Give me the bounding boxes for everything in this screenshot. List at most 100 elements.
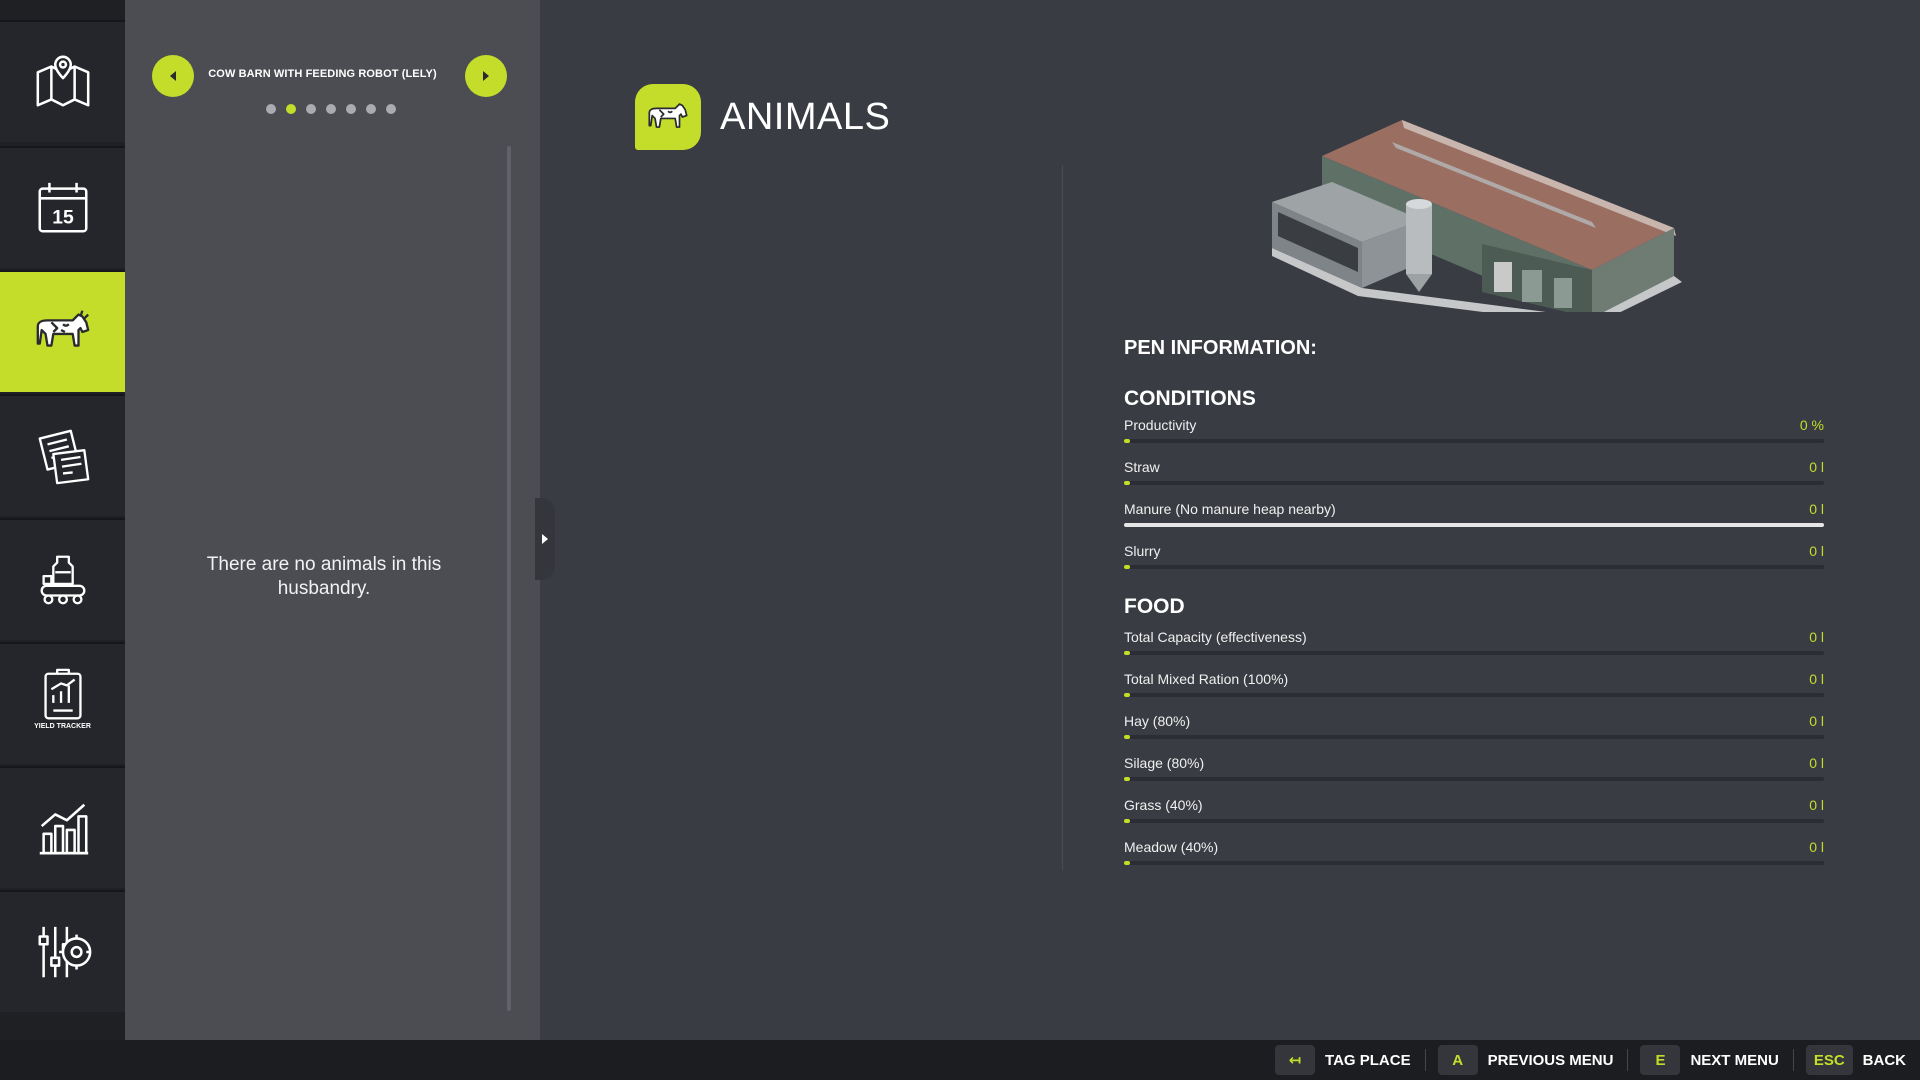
hint-label: NEXT MENU <box>1690 1051 1779 1069</box>
hint-separator <box>1627 1049 1629 1071</box>
button-hints-bar: ↤ TAG PLACE A PREVIOUS MENU E NEXT MENU ESC BAC… <box>0 1040 1920 1080</box>
nav-item-contracts[interactable] <box>0 394 125 516</box>
stat-label: Slurry <box>1124 543 1161 559</box>
hint-label: BACK <box>1862 1051 1906 1069</box>
calendar-day: 15 <box>52 207 74 229</box>
stat-value: 0 l <box>1809 501 1824 517</box>
stat-bar-start <box>1124 439 1130 443</box>
stat-value: 0 % <box>1799 417 1824 433</box>
stat-value: 0 l <box>1809 671 1824 687</box>
nav-item-map[interactable] <box>0 20 125 142</box>
arrow-left-icon <box>170 71 176 81</box>
hint-label: TAG PLACE <box>1325 1051 1411 1069</box>
nav-item-settings[interactable] <box>0 890 125 1012</box>
hint-label: PREVIOUS MENU <box>1487 1051 1614 1069</box>
arrow-right-icon <box>483 71 489 81</box>
hint-tag-place[interactable]: ↤ TAG PLACE <box>1275 1045 1411 1075</box>
calendar-icon: 15 <box>37 182 88 233</box>
cow-icon <box>36 310 89 347</box>
yield-tracker-icon <box>43 668 82 720</box>
hint-separator <box>1424 1049 1426 1071</box>
key-badge: A <box>1437 1045 1478 1075</box>
stat-bar <box>1124 481 1824 485</box>
barn-image <box>1272 120 1682 312</box>
nav-item-animals[interactable] <box>0 270 132 392</box>
stat-row: Silage (80%) 0 l <box>1124 755 1824 789</box>
stat-value: 0 l <box>1809 629 1824 645</box>
stat-bar-start <box>1124 735 1130 739</box>
cow-icon <box>648 103 688 128</box>
page-dot[interactable] <box>286 104 296 114</box>
key-badge: ↤ <box>1275 1045 1316 1075</box>
hint-previous-menu[interactable]: A PREVIOUS MENU <box>1437 1045 1614 1075</box>
next-barn-button[interactable] <box>465 55 507 97</box>
stat-label: Silage (80%) <box>1124 755 1205 771</box>
barn-title: COW BARN WITH FEEDING ROBOT (LELY) <box>208 68 437 80</box>
stat-bar-start <box>1124 565 1130 569</box>
map-icon <box>36 55 89 107</box>
chevron-right-icon <box>542 534 548 544</box>
stat-value: 0 l <box>1809 797 1824 813</box>
stat-row: Total Capacity (effectiveness) 0 l <box>1124 629 1824 663</box>
page-dot[interactable] <box>326 104 336 114</box>
nav-item-yield-tracker[interactable]: YIELD TRACKER <box>0 642 125 764</box>
stat-label: Total Capacity (effectiveness) <box>1124 629 1307 645</box>
stat-row: Total Mixed Ration (100%) 0 l <box>1124 671 1824 705</box>
animal-list-panel: COW BARN WITH FEEDING ROBOT (LELY) There… <box>125 0 540 1040</box>
stat-bar <box>1124 565 1824 569</box>
key-badge: ESC <box>1805 1045 1853 1075</box>
stat-bar-start <box>1124 861 1130 865</box>
conditions-heading: CONDITIONS <box>1124 387 1256 410</box>
stat-row: Hay (80%) 0 l <box>1124 713 1824 747</box>
list-scrollbar[interactable] <box>507 146 511 1011</box>
page-dot[interactable] <box>306 104 316 114</box>
hint-next-menu[interactable]: E NEXT MENU <box>1640 1045 1779 1075</box>
yield-tracker-caption: YIELD TRACKER <box>34 723 91 730</box>
page-dot[interactable] <box>346 104 356 114</box>
stat-bar-start <box>1124 651 1130 655</box>
stat-value: 0 l <box>1809 459 1824 475</box>
stat-row: Straw 0 l <box>1124 459 1824 493</box>
stat-bar <box>1124 693 1824 697</box>
stat-bar <box>1124 777 1824 781</box>
content-divider <box>1062 165 1063 870</box>
stat-value: 0 l <box>1809 755 1824 771</box>
nav-item-statistics[interactable] <box>0 766 125 888</box>
page-title: ANIMALS <box>720 96 891 138</box>
stat-bar <box>1124 735 1824 739</box>
stat-value: 0 l <box>1809 839 1824 855</box>
nav-item-production[interactable] <box>0 518 125 640</box>
page-dot[interactable] <box>266 104 276 114</box>
food-heading: FOOD <box>1124 595 1185 618</box>
settings-icon <box>37 926 91 978</box>
stat-label: Total Mixed Ration (100%) <box>1124 671 1289 687</box>
stat-bar-start <box>1124 819 1130 823</box>
stat-bar <box>1124 439 1824 443</box>
stat-value: 0 l <box>1809 543 1824 559</box>
stat-bar <box>1124 861 1824 865</box>
stat-row: Grass (40%) 0 l <box>1124 797 1824 831</box>
stat-row: Manure (No manure heap nearby) 0 l <box>1124 501 1824 535</box>
hint-separator <box>1792 1049 1794 1071</box>
page-dot[interactable] <box>366 104 376 114</box>
stat-label: Productivity <box>1124 417 1197 433</box>
page-dot[interactable] <box>386 104 396 114</box>
stat-row: Meadow (40%) 0 l <box>1124 839 1824 873</box>
empty-animals-message: There are no animals in this husbandry. <box>206 554 442 599</box>
stat-row: Productivity 0 % <box>1124 417 1824 451</box>
key-badge: E <box>1640 1045 1681 1075</box>
stat-label: Meadow (40%) <box>1124 839 1219 855</box>
hint-back[interactable]: ESC BACK <box>1805 1045 1906 1075</box>
stat-label: Straw <box>1124 459 1160 475</box>
nav-item-calendar[interactable]: 15 <box>0 146 125 268</box>
stat-bar-start <box>1124 481 1130 485</box>
collapse-panel-toggle[interactable] <box>535 498 555 580</box>
statistics-icon <box>39 803 88 855</box>
stat-bar-start <box>1124 693 1130 697</box>
previous-barn-button[interactable] <box>152 55 194 97</box>
contracts-icon <box>38 429 89 485</box>
stat-bar <box>1124 651 1824 655</box>
stat-bar <box>1124 523 1824 527</box>
stat-label: Manure (No manure heap nearby) <box>1124 501 1336 517</box>
stat-label: Grass (40%) <box>1124 797 1203 813</box>
